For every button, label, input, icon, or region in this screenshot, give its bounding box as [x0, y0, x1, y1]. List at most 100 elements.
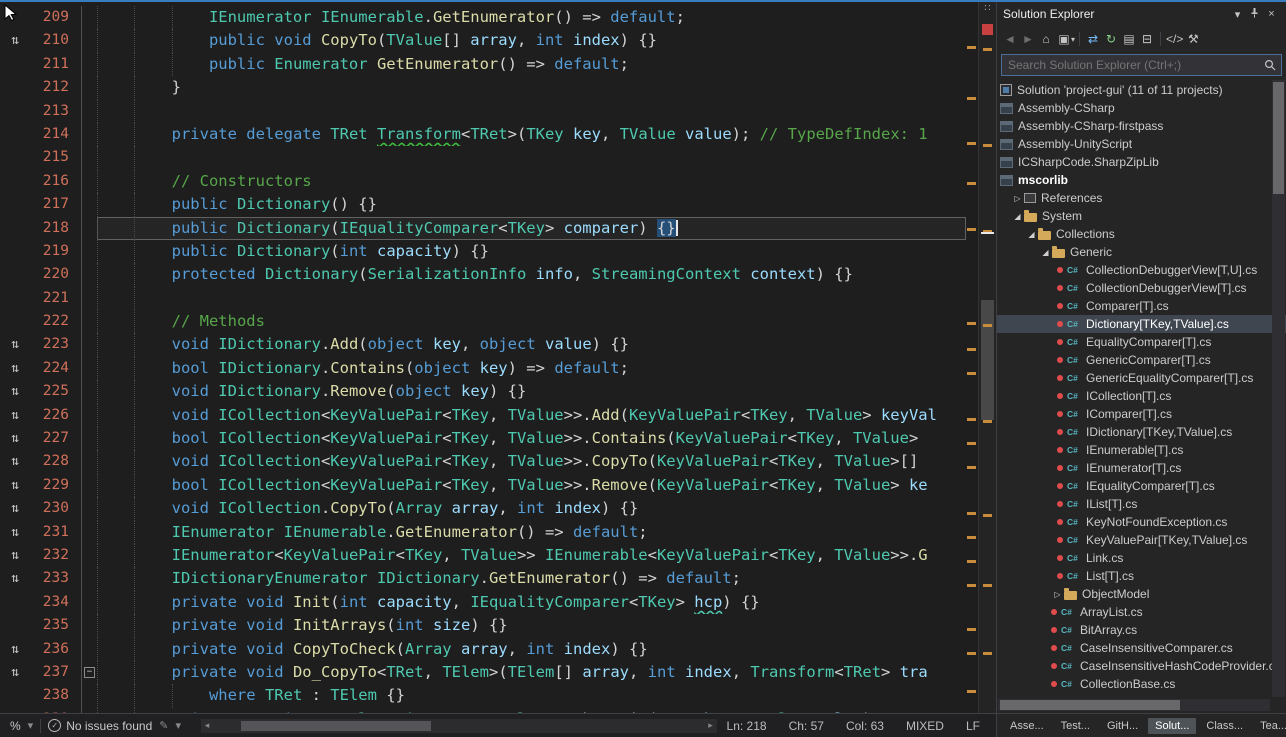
reference-glyph-icon[interactable]: ⇅: [0, 521, 30, 544]
line-number[interactable]: 225: [30, 380, 82, 403]
line-number[interactable]: 211: [30, 53, 82, 76]
tree-item-assembly-csharp-firstpass[interactable]: Assembly-CSharp-firstpass: [997, 117, 1286, 135]
line-number[interactable]: 236: [30, 638, 82, 661]
close-icon[interactable]: ×: [1263, 8, 1280, 20]
code-text[interactable]: [97, 287, 966, 310]
hscroll-thumb[interactable]: [241, 721, 431, 731]
tree-item-assembly-unityscript[interactable]: Assembly-UnityScript: [997, 135, 1286, 153]
code-line[interactable]: 234private void Init(int capacity, IEqua…: [0, 591, 966, 614]
code-text[interactable]: private static KeyValuePair<TKey, TValue…: [97, 708, 966, 713]
code-line[interactable]: ⇅228void ICollection<KeyValuePair<TKey, …: [0, 450, 966, 473]
tree-item-idictionary-tkey-tvalue-cs[interactable]: C#IDictionary[TKey,TValue].cs: [997, 423, 1286, 441]
reference-glyph-icon[interactable]: ⇅: [0, 427, 30, 450]
code-text[interactable]: void ICollection.CopyTo(Array array, int…: [97, 497, 966, 520]
code-line[interactable]: 222// Methods: [0, 310, 966, 333]
line-number[interactable]: 234: [30, 591, 82, 614]
code-line[interactable]: 217public Dictionary() {}: [0, 193, 966, 216]
tool-window-tab[interactable]: Solut...: [1148, 718, 1196, 734]
line-number[interactable]: 212: [30, 76, 82, 99]
health-caret-icon[interactable]: ▾: [175, 719, 181, 732]
tree-item-objectmodel[interactable]: ▷ObjectModel: [997, 585, 1286, 603]
code-text[interactable]: bool ICollection<KeyValuePair<TKey, TVal…: [97, 427, 966, 450]
reference-glyph-icon[interactable]: ⇅: [0, 474, 30, 497]
fold-margin[interactable]: −: [82, 661, 97, 684]
line-number[interactable]: 210: [30, 29, 82, 52]
reference-glyph-icon[interactable]: ⇅: [0, 29, 30, 52]
tree-item-bitarray-cs[interactable]: C#BitArray.cs: [997, 621, 1286, 639]
code-line[interactable]: ⇅223void IDictionary.Add(object key, obj…: [0, 333, 966, 356]
show-all-files-icon[interactable]: ▤: [1120, 28, 1138, 50]
code-text[interactable]: private void InitArrays(int size) {}: [97, 614, 966, 637]
code-line[interactable]: ⇅224bool IDictionary.Contains(object key…: [0, 357, 966, 380]
editor-area[interactable]: 209 IEnumerator IEnumerable.GetEnumerator…: [0, 2, 996, 713]
line-number[interactable]: 220: [30, 263, 82, 286]
line-number[interactable]: 235: [30, 614, 82, 637]
tree-item-list-t-cs[interactable]: C#List[T].cs: [997, 567, 1286, 585]
switch-views-caret-icon[interactable]: ▾: [1071, 35, 1075, 44]
code-text[interactable]: void IDictionary.Add(object key, object …: [97, 333, 966, 356]
code-text[interactable]: }: [97, 76, 966, 99]
tree-item-collectiondebuggerview-t-u-cs[interactable]: C#CollectionDebuggerView[T,U].cs: [997, 261, 1286, 279]
code-line[interactable]: ⇅210 public void CopyTo(TValue[] array, i…: [0, 29, 966, 52]
line-number[interactable]: 223: [30, 333, 82, 356]
window-position-icon[interactable]: ▾: [1229, 8, 1246, 21]
panel-horizontal-scrollbar[interactable]: [998, 699, 1270, 711]
reference-glyph-icon[interactable]: ⇅: [0, 638, 30, 661]
collapse-all-icon[interactable]: ⊟: [1138, 28, 1156, 50]
code-line[interactable]: ⇅227 bool ICollection<KeyValuePair<TKey, …: [0, 427, 966, 450]
tree-item-icollection-t-cs[interactable]: C#ICollection[T].cs: [997, 387, 1286, 405]
line-number[interactable]: 238: [30, 684, 82, 707]
code-line[interactable]: 220 protected Dictionary(SerializationInf…: [0, 263, 966, 286]
code-line[interactable]: ⇅236private void CopyToCheck(Array array…: [0, 638, 966, 661]
code-line[interactable]: ⇅225void IDictionary.Remove(object key) …: [0, 380, 966, 403]
line-number[interactable]: 222: [30, 310, 82, 333]
tree-item-generic[interactable]: ◢Generic: [997, 243, 1286, 261]
code-text[interactable]: private delegate TRet Transform<TRet>(TK…: [97, 123, 966, 146]
tree-item-collectiondebuggerview-t-cs[interactable]: C#CollectionDebuggerView[T].cs: [997, 279, 1286, 297]
code-line[interactable]: 215: [0, 146, 966, 169]
edit-pencil-icon[interactable]: ✎: [159, 719, 168, 732]
view-code-icon[interactable]: </>: [1165, 28, 1184, 50]
document-health[interactable]: ✓ No issues found: [48, 719, 152, 733]
line-number[interactable]: 209: [30, 6, 82, 29]
tree-item-collectionbase-cs[interactable]: C#CollectionBase.cs: [997, 675, 1286, 693]
code-text[interactable]: protected Dictionary(SerializationInfo i…: [97, 263, 966, 286]
code-line[interactable]: 213: [0, 100, 966, 123]
code-editor[interactable]: 209 IEnumerator IEnumerable.GetEnumerator…: [0, 2, 966, 713]
line-number[interactable]: 219: [30, 240, 82, 263]
reference-glyph-icon[interactable]: ⇅: [0, 404, 30, 427]
tree-item-comparer-t-cs[interactable]: C#Comparer[T].cs: [997, 297, 1286, 315]
home-icon[interactable]: ⌂: [1037, 28, 1055, 50]
navigate-forward-icon[interactable]: ►: [1019, 28, 1037, 50]
line-number[interactable]: 226: [30, 404, 82, 427]
scroll-right-icon[interactable]: ▸: [705, 719, 717, 733]
line-number[interactable]: 221: [30, 287, 82, 310]
line-number[interactable]: 224: [30, 357, 82, 380]
code-line[interactable]: ⇅237−private void Do_CopyTo<TRet, TElem>…: [0, 661, 966, 684]
search-input[interactable]: [1001, 54, 1282, 76]
tree-item-mscorlib[interactable]: mscorlib: [997, 171, 1286, 189]
line-number[interactable]: 227: [30, 427, 82, 450]
search-icon[interactable]: [1264, 59, 1276, 71]
code-line[interactable]: ⇅233IDictionaryEnumerator IDictionary.Ge…: [0, 567, 966, 590]
code-text[interactable]: IEnumerator IEnumerable.GetEnumerator() …: [97, 521, 966, 544]
code-text[interactable]: private void Do_CopyTo<TRet, TElem>(TEle…: [97, 661, 966, 684]
panel-vertical-scrollbar[interactable]: [1272, 80, 1285, 697]
fold-collapse-icon[interactable]: −: [84, 667, 95, 678]
properties-icon[interactable]: ⚒: [1184, 28, 1202, 50]
scroll-left-icon[interactable]: ◂: [201, 719, 213, 733]
tree-item-caseinsensitivecomparer-cs[interactable]: C#CaseInsensitiveComparer.cs: [997, 639, 1286, 657]
line-number[interactable]: 213: [30, 100, 82, 123]
line-number[interactable]: 217: [30, 193, 82, 216]
tree-item-keyvaluepair-tkey-tvalue-cs[interactable]: C#KeyValuePair[TKey,TValue].cs: [997, 531, 1286, 549]
tree-item-dictionary-tkey-tvalue-cs[interactable]: C#Dictionary[TKey,TValue].cs: [997, 315, 1286, 333]
tree-item-genericequalitycomparer-t-cs[interactable]: C#GenericEqualityComparer[T].cs: [997, 369, 1286, 387]
tree-item-keynotfoundexception-cs[interactable]: C#KeyNotFoundException.cs: [997, 513, 1286, 531]
code-text[interactable]: public void CopyTo(TValue[] array, int i…: [97, 29, 966, 52]
line-number[interactable]: 230: [30, 497, 82, 520]
code-text[interactable]: IDictionaryEnumerator IDictionary.GetEnu…: [97, 567, 966, 590]
expander-closed-icon[interactable]: ▷: [1051, 590, 1064, 599]
tree-item-caseinsensitivehashcodeprovider-cs[interactable]: C#CaseInsensitiveHashCodeProvider.cs: [997, 657, 1286, 675]
code-line[interactable]: 214private delegate TRet Transform<TRet>…: [0, 123, 966, 146]
code-line[interactable]: ⇅226void ICollection<KeyValuePair<TKey, …: [0, 404, 966, 427]
